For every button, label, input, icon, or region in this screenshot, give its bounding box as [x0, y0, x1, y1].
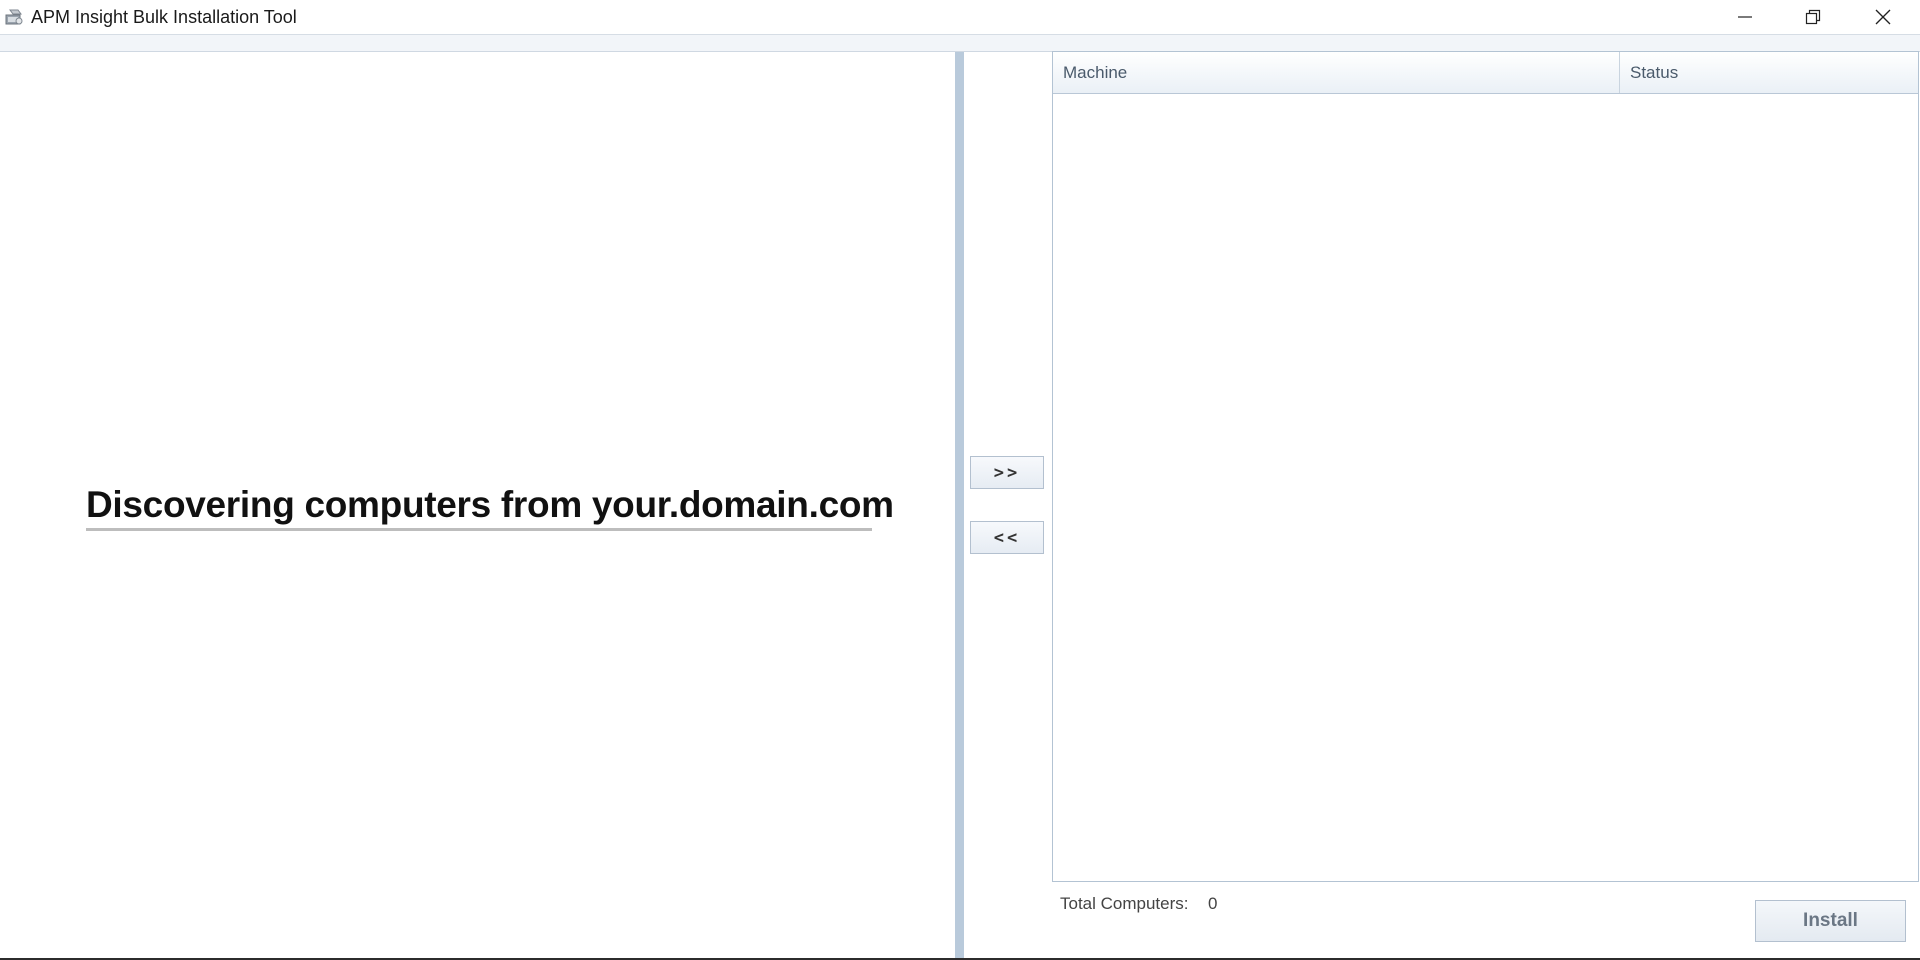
install-button[interactable]: Install: [1755, 900, 1906, 942]
restore-icon: [1805, 9, 1821, 25]
window-title: APM Insight Bulk Installation Tool: [31, 7, 297, 27]
machine-list-header: Machine Status: [1053, 52, 1918, 94]
close-icon: [1875, 9, 1891, 25]
title-bar[interactable]: APM Insight Bulk Installation Tool: [0, 0, 1920, 35]
minimize-button[interactable]: [1710, 0, 1780, 34]
restore-button[interactable]: [1778, 0, 1848, 34]
installer-icon: [4, 8, 24, 26]
app-window: APM Insight Bulk Installation Tool Disco…: [0, 0, 1920, 960]
total-computers-value: 0: [1208, 894, 1218, 913]
minimize-icon: [1737, 9, 1753, 25]
machine-list[interactable]: Machine Status: [1052, 51, 1919, 882]
column-header-machine[interactable]: Machine: [1053, 52, 1620, 93]
add-to-list-button[interactable]: >>: [970, 456, 1044, 489]
pane-splitter[interactable]: [955, 52, 964, 958]
remove-from-list-button[interactable]: <<: [970, 521, 1044, 554]
total-computers-label: Total Computers:: [1060, 894, 1189, 913]
discovery-progress-underline: [86, 528, 872, 531]
column-header-status[interactable]: Status: [1620, 52, 1918, 93]
menu-strip: [0, 35, 1920, 52]
discovery-status-text: Discovering computers from your.domain.c…: [86, 484, 894, 525]
close-button[interactable]: [1848, 0, 1918, 34]
